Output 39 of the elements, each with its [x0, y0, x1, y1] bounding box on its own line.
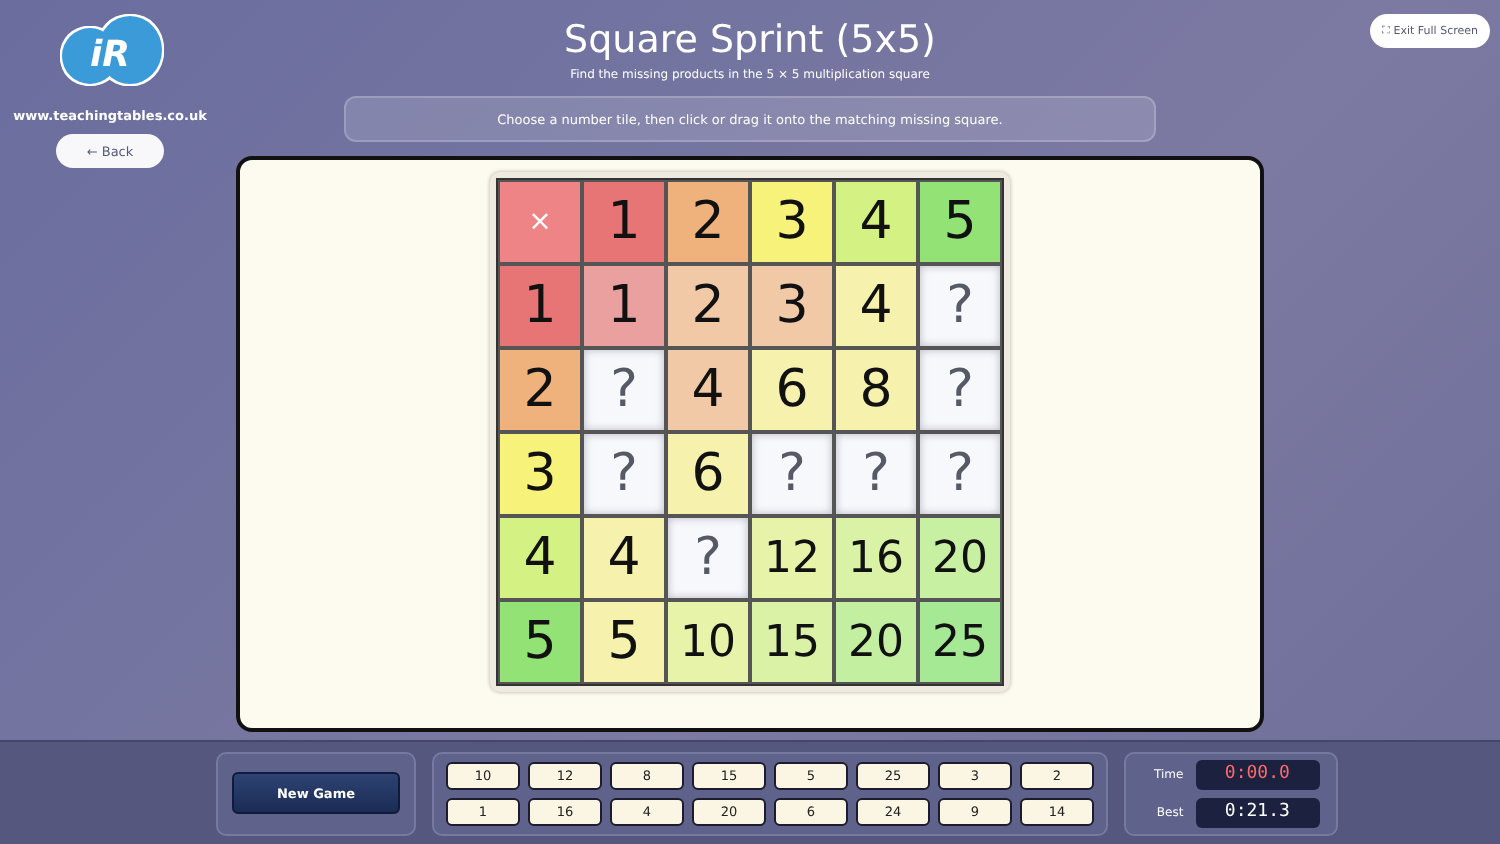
- header-number: 5: [498, 600, 582, 684]
- header-number: 1: [582, 180, 666, 264]
- header-number: 4: [498, 516, 582, 600]
- product-number: 4: [834, 264, 918, 348]
- product-number: 6: [666, 432, 750, 516]
- game-title: Square Sprint (5x5): [564, 16, 936, 64]
- missing-square[interactable]: ?: [918, 432, 1002, 516]
- product-number: 5: [582, 600, 666, 684]
- missing-square[interactable]: ?: [918, 264, 1002, 348]
- product-number: 15: [750, 600, 834, 684]
- missing-square[interactable]: ?: [918, 348, 1002, 432]
- product-number: 10: [666, 600, 750, 684]
- product-number: 6: [750, 348, 834, 432]
- product-number: 25: [918, 600, 1002, 684]
- best-time-display: 0:21.3: [1195, 797, 1320, 827]
- header-number: 2: [498, 348, 582, 432]
- product-number: 4: [582, 516, 666, 600]
- time-display: 0:00.0: [1195, 759, 1320, 789]
- missing-square[interactable]: ?: [582, 432, 666, 516]
- header-number: 3: [498, 432, 582, 516]
- product-number: 1: [582, 264, 666, 348]
- missing-square[interactable]: ?: [666, 516, 750, 600]
- header-number: 3: [750, 180, 834, 264]
- product-number: 12: [750, 516, 834, 600]
- product-number: 16: [834, 516, 918, 600]
- product-number: 20: [834, 600, 918, 684]
- missing-square[interactable]: ?: [582, 348, 666, 432]
- product-number: 20: [918, 516, 1002, 600]
- product-number: 4: [666, 348, 750, 432]
- product-number: 2: [666, 264, 750, 348]
- header-number: 1: [498, 264, 582, 348]
- header-number: 2: [666, 180, 750, 264]
- product-number: 3: [750, 264, 834, 348]
- missing-square[interactable]: ?: [750, 432, 834, 516]
- multiply-sign: ×: [498, 180, 582, 264]
- header-number: 5: [918, 180, 1002, 264]
- missing-square[interactable]: ?: [834, 432, 918, 516]
- product-number: 8: [834, 348, 918, 432]
- header-number: 4: [834, 180, 918, 264]
